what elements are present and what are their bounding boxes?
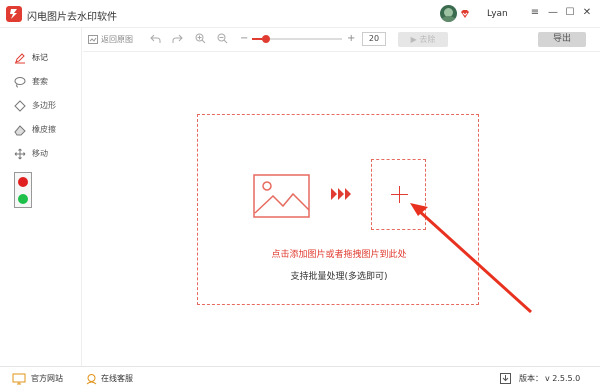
close-button[interactable]: ✕	[580, 6, 594, 20]
add-image-button[interactable]	[371, 159, 426, 230]
zoom-value-field[interactable]: 20	[362, 32, 386, 46]
color-green-swatch[interactable]	[18, 194, 28, 204]
tool-move[interactable]: 移动	[14, 147, 48, 161]
color-picker	[14, 172, 32, 208]
tool-polygon-label: 多边形	[32, 101, 56, 110]
version-value: v 2.5.5.0	[545, 374, 581, 383]
tool-sidebar: 标记 套索 多边形 橡皮擦 移动	[0, 28, 82, 366]
tool-lasso[interactable]: 套索	[14, 75, 48, 89]
username[interactable]: Lyan	[487, 9, 508, 19]
app-logo-icon	[6, 6, 22, 22]
move-icon	[14, 148, 26, 159]
polygon-icon	[14, 99, 26, 112]
lasso-icon	[14, 76, 26, 87]
tool-eraser[interactable]: 橡皮擦	[14, 123, 56, 137]
title-bar: 闪电图片去水印软件 Lyan ≡ — ☐ ✕	[0, 0, 600, 28]
drop-hint-secondary: 支持批量处理(多选即可)	[290, 272, 388, 282]
online-support-link[interactable]: 在线客服	[101, 373, 133, 385]
zoom-out-icon[interactable]	[217, 33, 228, 44]
tool-mark-label: 标记	[32, 53, 48, 62]
customer-service-icon	[86, 374, 97, 385]
zoom-slider[interactable]	[252, 35, 342, 43]
return-original-label: 返回原图	[101, 35, 133, 44]
image-drop-zone[interactable]: 点击添加图片或者拖拽图片到此处 支持批量处理(多选即可)	[197, 114, 479, 305]
menu-icon[interactable]: ≡	[528, 6, 542, 20]
image-frame-icon	[88, 35, 98, 44]
maximize-button[interactable]: ☐	[563, 6, 577, 20]
app-window: 闪电图片去水印软件 Lyan ≡ — ☐ ✕ 返回原图 − + 20 ▶ 去除 …	[0, 0, 600, 390]
toolbar-divider	[83, 51, 600, 52]
triple-arrow-icon	[331, 188, 351, 200]
return-original-button[interactable]: 返回原图	[88, 33, 133, 47]
zoom-plus-button[interactable]: +	[347, 32, 355, 46]
vip-diamond-icon[interactable]	[460, 9, 470, 19]
drop-hint-primary: 点击添加图片或者拖拽图片到此处	[271, 250, 407, 260]
pen-icon	[15, 52, 25, 63]
zoom-in-icon[interactable]	[195, 33, 206, 44]
redo-icon[interactable]	[172, 34, 183, 44]
export-button[interactable]: 导出	[538, 32, 586, 47]
status-bar: 官方网站 在线客服 版本： v 2.5.5.0	[0, 366, 600, 390]
avatar[interactable]	[440, 5, 457, 22]
app-title: 闪电图片去水印软件	[27, 12, 117, 23]
download-icon[interactable]	[500, 373, 511, 384]
color-red-swatch[interactable]	[18, 177, 28, 187]
tool-mark[interactable]: 标记	[14, 51, 48, 65]
tool-eraser-label: 橡皮擦	[32, 125, 56, 134]
undo-icon[interactable]	[150, 34, 161, 44]
minimize-button[interactable]: —	[546, 6, 560, 20]
tool-move-label: 移动	[32, 149, 48, 158]
image-placeholder-icon	[253, 174, 310, 218]
version-label: 版本：	[519, 374, 543, 383]
zoom-minus-button[interactable]: −	[240, 32, 248, 46]
eraser-icon	[14, 124, 26, 135]
zoom-slider-handle[interactable]	[261, 35, 270, 43]
official-website-link[interactable]: 官方网站	[31, 373, 63, 385]
tool-lasso-label: 套索	[32, 77, 48, 86]
monitor-icon	[12, 373, 26, 385]
remove-watermark-button[interactable]: ▶ 去除	[398, 32, 448, 47]
tool-polygon[interactable]: 多边形	[14, 99, 56, 113]
